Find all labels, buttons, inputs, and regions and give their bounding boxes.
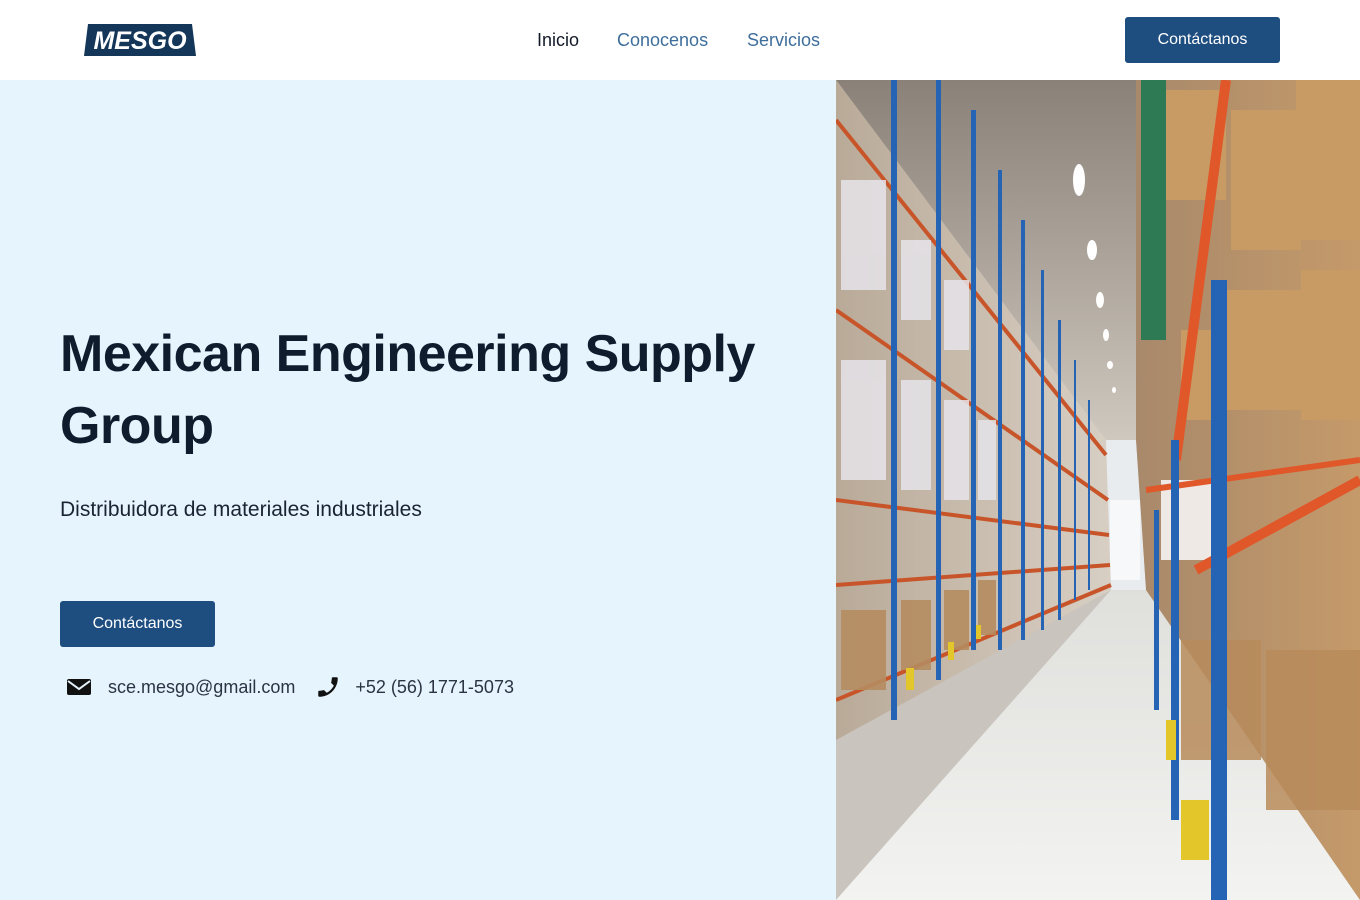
- nav-link-inicio[interactable]: Inicio: [537, 29, 579, 51]
- phone-link[interactable]: +52 (56) 1771-5073: [355, 677, 514, 698]
- logo-text: MESGO: [93, 27, 187, 55]
- nav-link-servicios[interactable]: Servicios: [747, 29, 820, 51]
- email-link[interactable]: sce.mesgo@gmail.com: [108, 677, 295, 698]
- nav-link-conocenos[interactable]: Conocenos: [617, 29, 708, 51]
- contact-info: sce.mesgo@gmail.com +52 (56) 1771-5073: [66, 674, 514, 700]
- header-contact-button[interactable]: Contáctanos: [1125, 17, 1280, 63]
- hero-title: Mexican Engineering Supply Group: [60, 325, 755, 455]
- hero-contact-button[interactable]: Contáctanos: [60, 601, 215, 647]
- envelope-icon: [66, 677, 92, 697]
- warehouse-image: [836, 80, 1360, 900]
- phone-icon: [315, 674, 341, 700]
- mesgo-logo[interactable]: MESGO: [84, 23, 196, 57]
- site-header: MESGO Inicio Conocenos Servicios Contáct…: [0, 0, 1360, 80]
- hero-subtitle: Distribuidora de materiales industriales: [60, 498, 422, 521]
- hero-section: [0, 80, 836, 900]
